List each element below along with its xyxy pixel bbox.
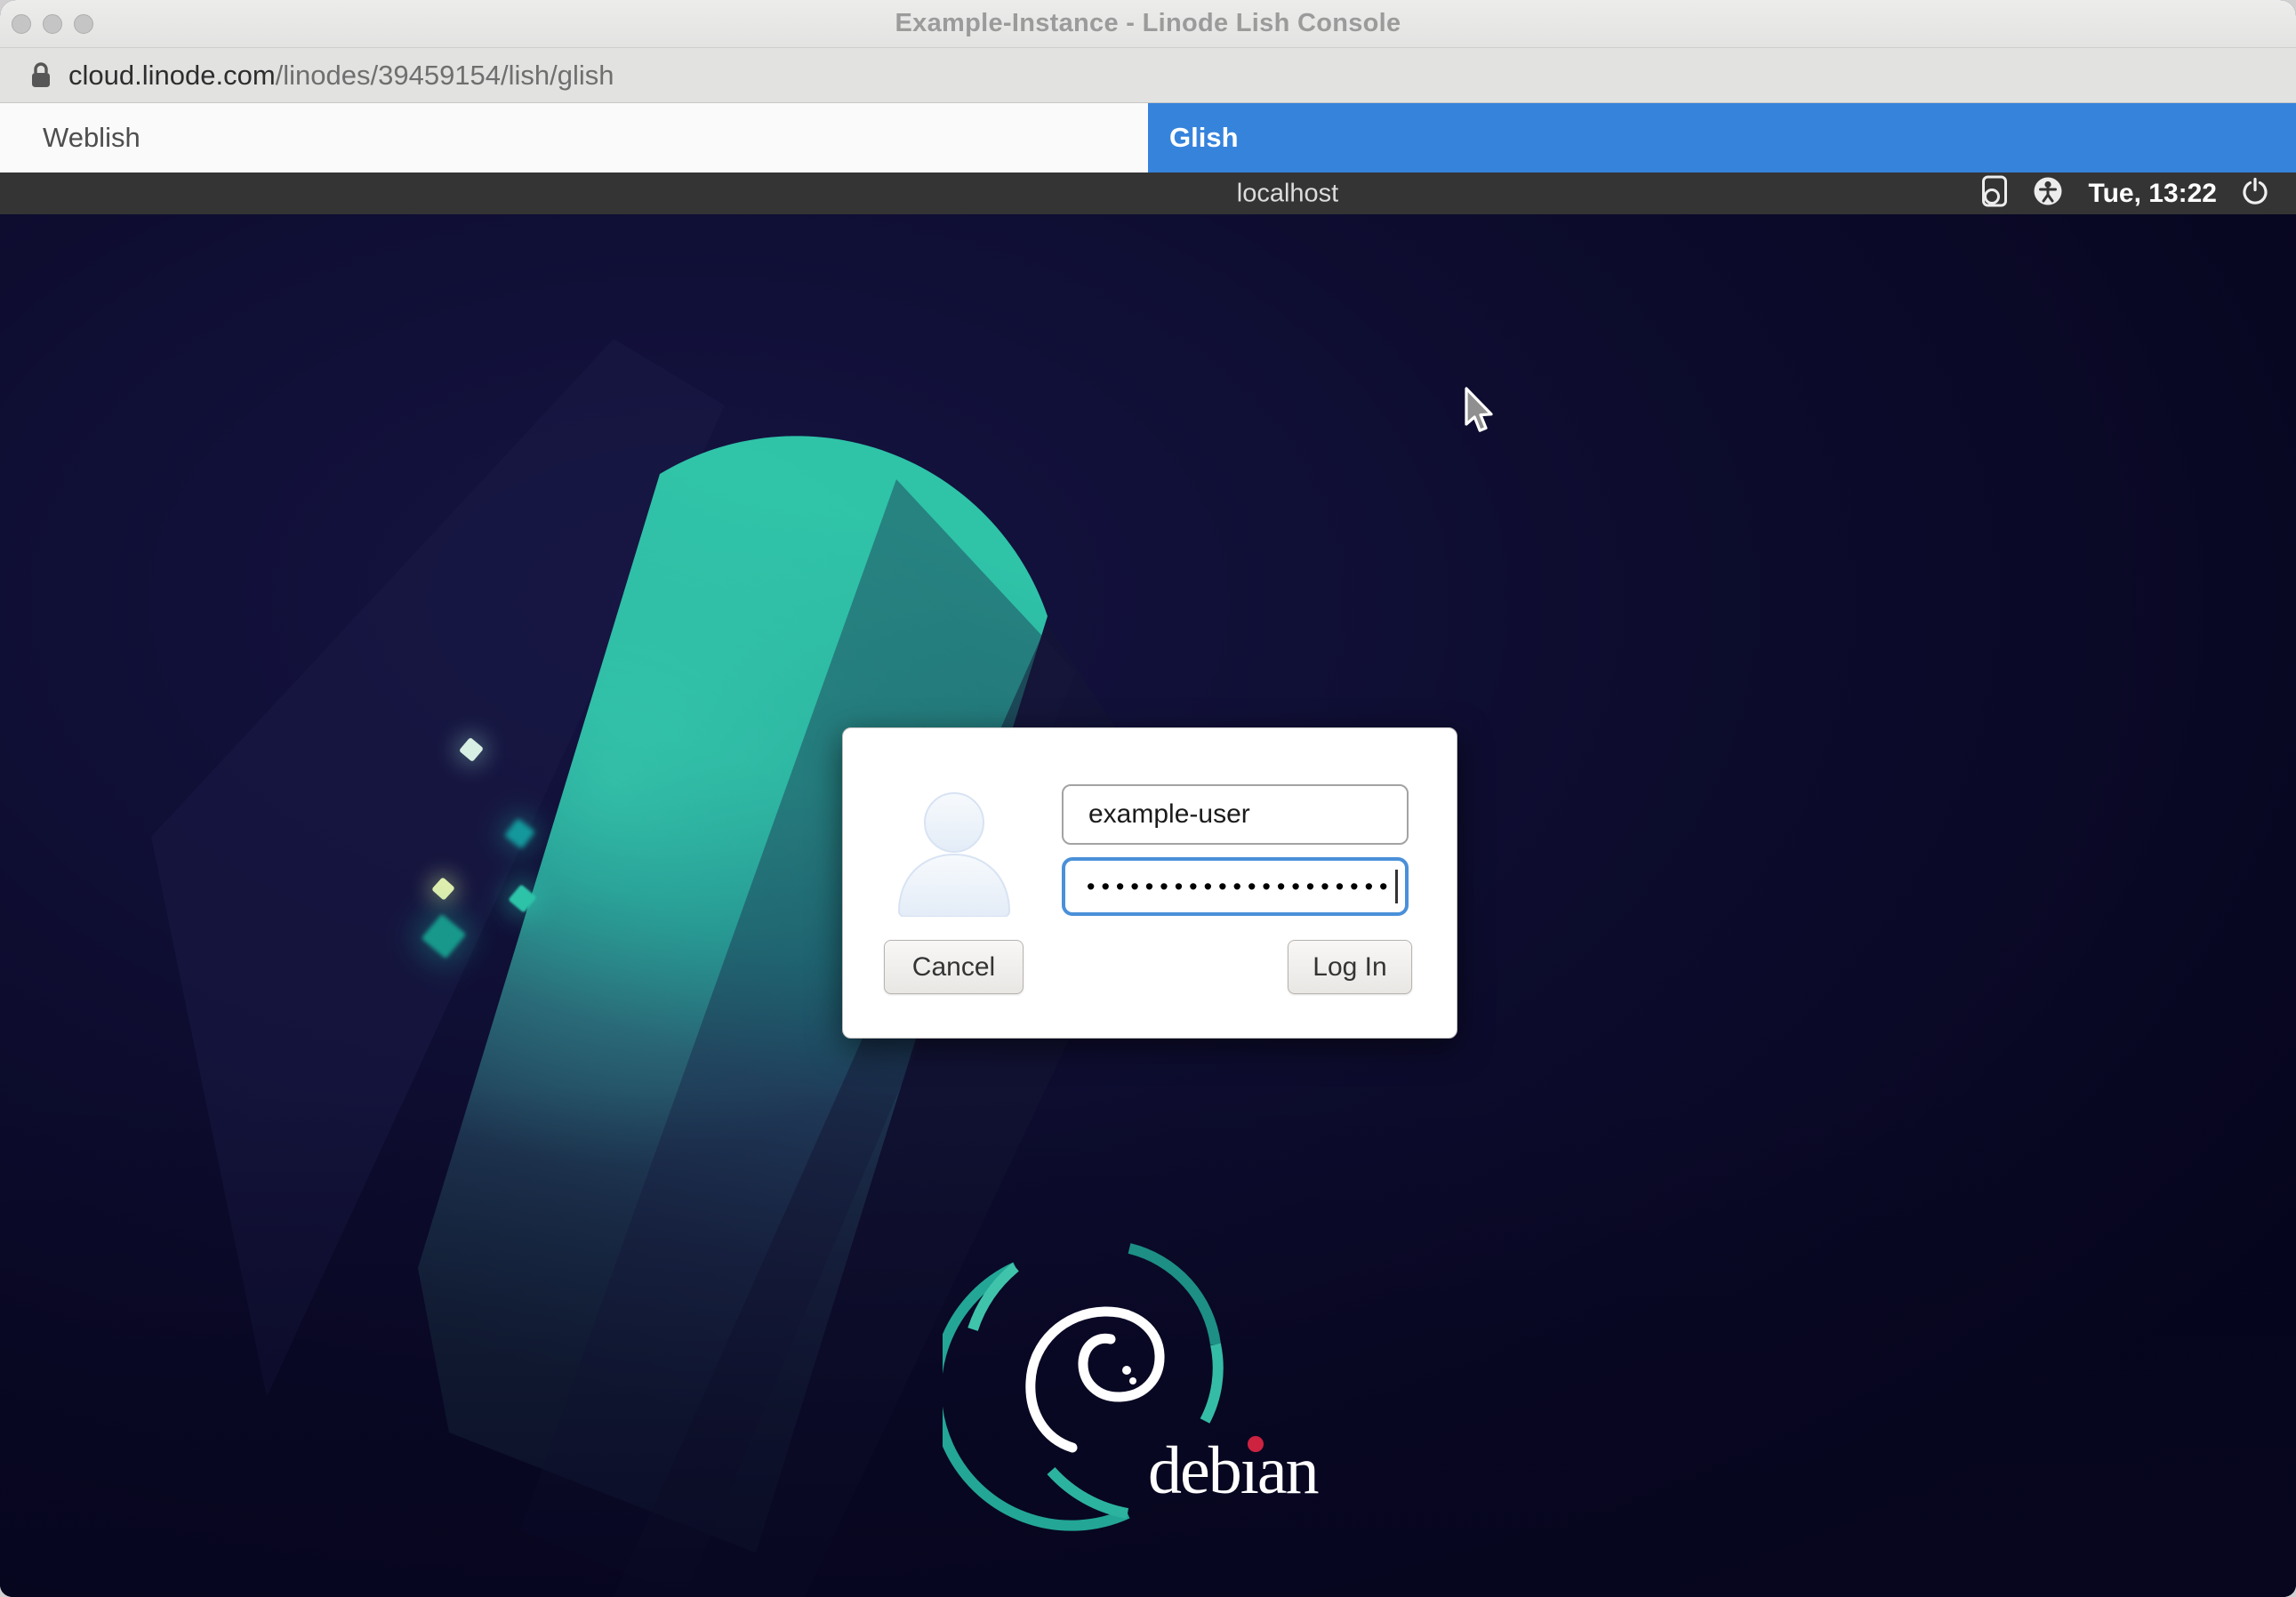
login-dialog: example-user ••••••••••••••••••••• Cance… xyxy=(842,727,1457,1039)
username-input[interactable]: example-user xyxy=(1062,784,1409,845)
debian-swirl-icon xyxy=(1031,1312,1160,1448)
cancel-button[interactable]: Cancel xyxy=(884,940,1024,994)
cancel-button-label: Cancel xyxy=(912,952,995,983)
username-value: example-user xyxy=(1088,799,1250,830)
window-title: Example-Instance - Linode Lish Console xyxy=(895,9,1401,38)
debian-wordmark-text: debıan xyxy=(1148,1433,1319,1508)
tab-weblish-label: Weblish xyxy=(43,122,140,154)
clock-label[interactable]: Tue, 13:22 xyxy=(2088,179,2217,209)
gdm-status-area: Tue, 13:22 xyxy=(1981,173,2269,214)
zoom-button[interactable] xyxy=(74,14,93,34)
address-bar[interactable]: cloud.linode.com/linodes/39459154/lish/g… xyxy=(0,48,2296,103)
titlebar: Example-Instance - Linode Lish Console xyxy=(0,0,2296,48)
power-icon[interactable] xyxy=(2241,177,2269,210)
user-avatar xyxy=(887,778,1021,921)
debian-logo: debıan xyxy=(943,1236,1369,1543)
log-in-button[interactable]: Log In xyxy=(1288,940,1412,994)
gdm-topbar: localhost xyxy=(0,173,2296,214)
minimize-button[interactable] xyxy=(43,14,62,34)
text-caret xyxy=(1395,870,1398,903)
padlock-icon[interactable] xyxy=(29,61,52,90)
url-domain: cloud.linode.com xyxy=(68,60,276,91)
log-in-button-label: Log In xyxy=(1313,952,1386,983)
glish-screen: example-user ••••••••••••••••••••• Cance… xyxy=(0,214,2296,1597)
screen-magnifier-icon[interactable] xyxy=(1981,174,2008,213)
close-button[interactable] xyxy=(12,14,31,34)
password-input[interactable]: ••••••••••••••••••••• xyxy=(1062,857,1409,916)
tab-glish-label: Glish xyxy=(1169,122,1239,154)
browser-window: Example-Instance - Linode Lish Console c… xyxy=(0,0,2296,1597)
url-text[interactable]: cloud.linode.com/linodes/39459154/lish/g… xyxy=(68,60,614,92)
debian-red-dot xyxy=(1248,1436,1264,1452)
accessibility-icon[interactable] xyxy=(2032,175,2064,212)
console-tab-bar: Weblish Glish xyxy=(0,103,2296,173)
tab-weblish[interactable]: Weblish xyxy=(0,103,1148,173)
url-path: /linodes/39459154/lish/glish xyxy=(276,60,614,91)
mouse-cursor-icon xyxy=(1463,387,1498,441)
traffic-lights xyxy=(12,0,93,47)
password-mask: ••••••••••••••••••••• xyxy=(1087,875,1394,899)
tab-glish[interactable]: Glish xyxy=(1148,103,2296,173)
hostname-label: localhost xyxy=(1237,179,1338,208)
